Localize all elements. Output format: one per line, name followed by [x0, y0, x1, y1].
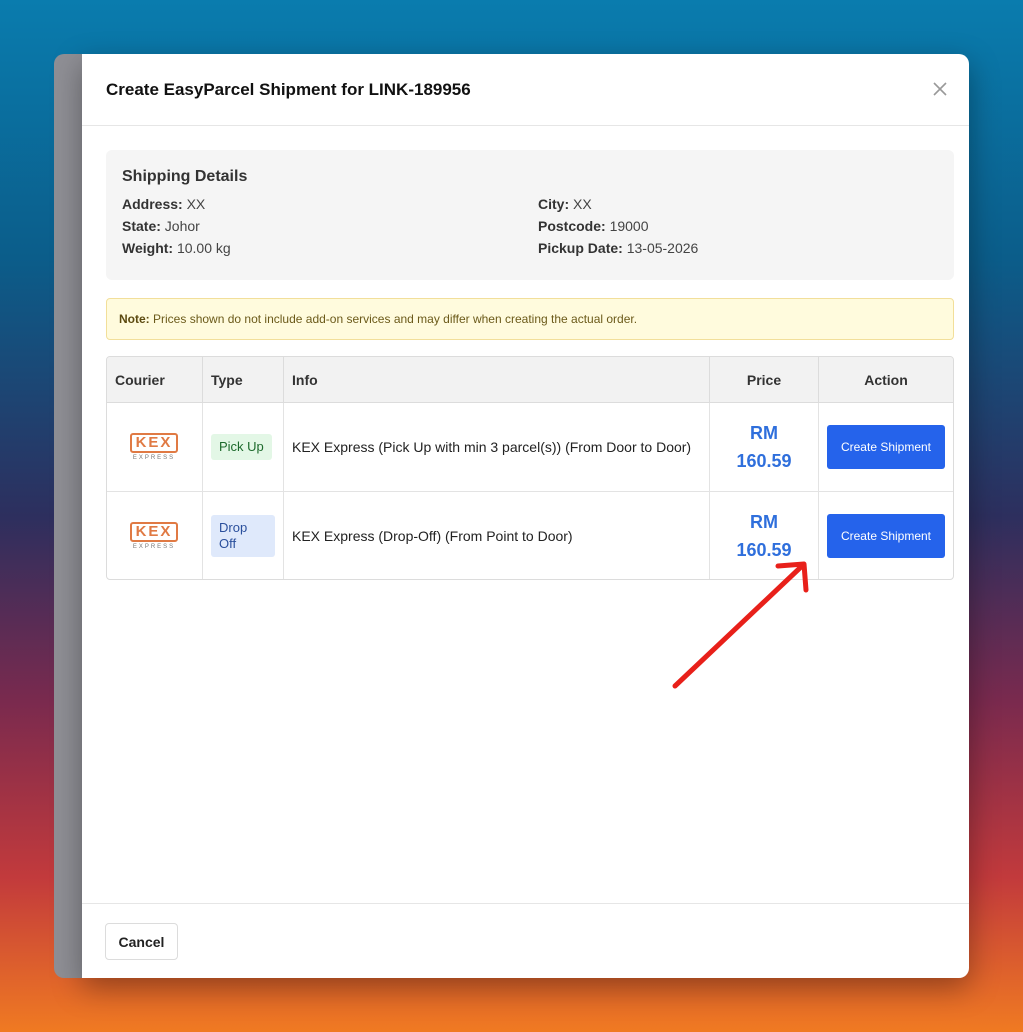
shipping-details-panel: Shipping Details Address: XX City: XX St…: [106, 150, 954, 280]
header-type: Type: [202, 357, 284, 403]
price-value: RM 160.59: [736, 423, 792, 471]
table-row: KEX EXPRESS Pick Up KEX Express (Pick Up…: [107, 402, 953, 492]
postcode-field: Postcode: 19000: [538, 218, 649, 234]
header-action: Action: [818, 357, 953, 403]
weight-field: Weight: 10.00 kg: [122, 240, 231, 256]
kex-logo: KEX EXPRESS: [124, 433, 184, 461]
create-shipment-modal: Create EasyParcel Shipment for LINK-1899…: [82, 54, 969, 978]
create-shipment-button[interactable]: Create Shipment: [827, 514, 945, 558]
courier-table: Courier Type Info Price Action KEX EXPRE…: [106, 356, 954, 580]
create-shipment-button[interactable]: Create Shipment: [827, 425, 945, 469]
table-row: KEX EXPRESS Drop Off KEX Express (Drop-O…: [107, 491, 953, 579]
address-field: Address: XX: [122, 196, 206, 212]
pickup-date-field: Pickup Date: 13-05-2026: [538, 240, 699, 256]
courier-info: KEX Express (Drop-Off) (From Point to Do…: [292, 528, 573, 544]
modal-footer: Cancel: [82, 903, 969, 978]
courier-info: KEX Express (Pick Up with min 3 parcel(s…: [292, 439, 692, 455]
state-field: State: Johor: [122, 218, 200, 234]
price-value: RM 160.59: [736, 512, 792, 560]
table-header-row: Courier Type Info Price Action: [107, 357, 953, 403]
header-price: Price: [709, 357, 819, 403]
close-icon[interactable]: [929, 78, 951, 100]
backdrop-overlay: [54, 54, 82, 978]
shipping-details-heading: Shipping Details: [122, 168, 248, 185]
modal-header: Create EasyParcel Shipment for LINK-1899…: [82, 54, 969, 126]
cancel-button[interactable]: Cancel: [105, 923, 178, 960]
type-badge-dropoff: Drop Off: [211, 515, 275, 557]
modal-title: Create EasyParcel Shipment for LINK-1899…: [106, 80, 471, 99]
kex-logo: KEX EXPRESS: [124, 522, 184, 550]
type-badge-pickup: Pick Up: [211, 434, 272, 460]
header-info: Info: [283, 357, 710, 403]
price-note: Note: Prices shown do not include add-on…: [106, 298, 954, 340]
header-courier: Courier: [107, 357, 203, 403]
city-field: City: XX: [538, 196, 592, 212]
